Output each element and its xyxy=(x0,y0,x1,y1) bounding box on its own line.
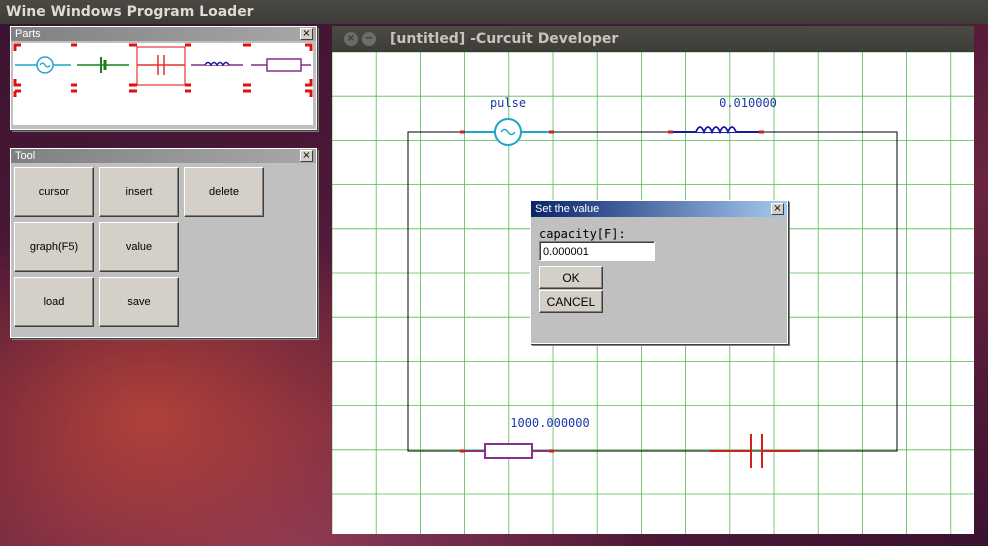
palette-inductor-icon[interactable] xyxy=(191,61,243,67)
resistor-label: 1000.000000 xyxy=(510,416,589,430)
palette-dc-source-icon[interactable] xyxy=(77,57,129,73)
tool-window: Tool × cursor insert delete graph(F5) va… xyxy=(10,148,317,338)
palette-resistor-icon[interactable] xyxy=(251,58,311,72)
cursor-button[interactable]: cursor xyxy=(14,167,94,217)
app-title: Wine Windows Program Loader xyxy=(6,4,254,20)
parts-title: Parts xyxy=(15,28,41,40)
circuit-window-title-bar[interactable]: × − [untitled] -Curcuit Developer xyxy=(332,26,974,52)
delete-button[interactable]: delete xyxy=(184,167,264,217)
cancel-button[interactable]: CANCEL xyxy=(539,290,603,313)
window-close-button[interactable]: × xyxy=(344,32,358,46)
ac-source[interactable] xyxy=(460,118,554,146)
tool-title: Tool xyxy=(15,150,36,162)
graph-button[interactable]: graph(F5) xyxy=(14,222,94,272)
source-label: pulse xyxy=(490,96,526,110)
palette-capacitor-icon[interactable] xyxy=(136,46,186,86)
parts-close-button[interactable]: × xyxy=(300,28,313,40)
dialog-close-button[interactable]: × xyxy=(771,203,784,215)
window-minimize-button[interactable]: − xyxy=(362,32,376,46)
circuit-window-title: [untitled] -Curcuit Developer xyxy=(390,31,619,47)
capacity-input[interactable]: 0.000001 xyxy=(539,241,655,261)
load-button[interactable]: load xyxy=(14,277,94,327)
parts-title-bar[interactable]: Parts × xyxy=(11,27,316,41)
resistor[interactable] xyxy=(460,443,554,459)
dialog-title-bar[interactable]: Set the value × xyxy=(531,201,787,217)
inductor-label: 0.010000 xyxy=(719,96,777,110)
inductor[interactable] xyxy=(668,126,764,135)
set-value-dialog: Set the value × capacity[F]: 0.000001 OK… xyxy=(530,200,788,344)
dialog-title: Set the value xyxy=(535,203,600,215)
insert-button[interactable]: insert xyxy=(99,167,179,217)
palette-ac-source-icon[interactable] xyxy=(15,56,71,74)
tool-close-button[interactable]: × xyxy=(300,150,313,162)
capacity-label: capacity[F]: xyxy=(539,227,626,241)
tool-title-bar[interactable]: Tool × xyxy=(11,149,316,163)
save-button[interactable]: save xyxy=(99,277,179,327)
app-title-bar: Wine Windows Program Loader xyxy=(0,0,988,24)
value-button[interactable]: value xyxy=(99,222,179,272)
parts-window: Parts × xyxy=(10,26,317,130)
ok-button[interactable]: OK xyxy=(539,266,603,289)
parts-palette xyxy=(13,43,313,125)
